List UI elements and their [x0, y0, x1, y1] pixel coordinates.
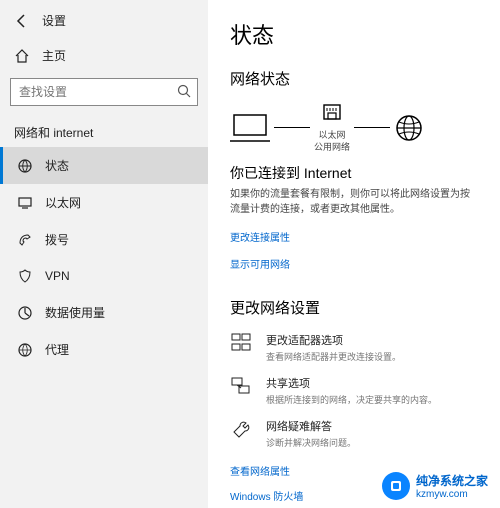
sidebar-section-title: 网络和 internet [0, 116, 208, 147]
watermark-url: kzmyw.com [416, 489, 488, 500]
option-title: 共享选项 [266, 375, 437, 391]
sidebar-item-label: 状态 [45, 157, 69, 174]
sidebar-item-label: 以太网 [45, 194, 81, 211]
connected-desc: 如果你的流量套餐有限制，则你可以将此网络设置为按流量计费的连接，或者更改其他属性… [230, 187, 478, 217]
ethernet-icon [17, 195, 33, 211]
proxy-icon [17, 342, 33, 358]
home-icon [14, 48, 30, 64]
sidebar-item-proxy[interactable]: 代理 [0, 331, 208, 368]
troubleshoot-icon [230, 418, 254, 449]
sharing-options-icon [230, 375, 254, 406]
option-title: 网络疑难解答 [266, 418, 356, 434]
sidebar-item-label: VPN [45, 269, 70, 283]
sidebar-item-ethernet[interactable]: 以太网 [0, 184, 208, 221]
option-desc: 诊断并解决网络问题。 [266, 436, 356, 449]
link-windows-firewall[interactable]: Windows 防火墙 [230, 488, 303, 503]
option-desc: 查看网络适配器并更改连接设置。 [266, 350, 401, 363]
sidebar-item-label: 拨号 [45, 231, 69, 248]
connected-heading: 你已连接到 Internet [230, 163, 478, 183]
pc-icon [230, 113, 270, 143]
page-title: 状态 [230, 18, 478, 50]
option-desc: 根据所连接到的网络，决定要共享的内容。 [266, 393, 437, 406]
sidebar-item-status[interactable]: 状态 [0, 147, 208, 184]
ethernet-device-icon [320, 103, 344, 129]
network-diagram: 以太网 公用网络 [230, 103, 478, 153]
sidebar-home-label: 主页 [42, 47, 66, 64]
link-show-available-networks[interactable]: 显示可用网络 [230, 256, 290, 271]
network-status-heading: 网络状态 [230, 68, 478, 89]
link-change-connection-props[interactable]: 更改连接属性 [230, 229, 290, 244]
sidebar-item-vpn[interactable]: VPN [0, 258, 208, 294]
option-sharing[interactable]: 共享选项 根据所连接到的网络，决定要共享的内容。 [230, 375, 478, 406]
ethernet-label: 以太网 [319, 131, 346, 141]
app-title: 设置 [42, 12, 66, 29]
option-title: 更改适配器选项 [266, 332, 401, 348]
watermark-badge-icon [382, 472, 410, 500]
link-view-network-props[interactable]: 查看网络属性 [230, 463, 290, 478]
back-icon[interactable] [14, 13, 30, 29]
dialup-icon [17, 232, 33, 248]
sidebar-item-data-usage[interactable]: 数据使用量 [0, 294, 208, 331]
globe-icon [394, 113, 424, 143]
search-input[interactable] [10, 78, 198, 106]
network-type-label: 公用网络 [314, 143, 350, 153]
search-icon [176, 83, 192, 99]
option-adapter[interactable]: 更改适配器选项 查看网络适配器并更改连接设置。 [230, 332, 478, 363]
data-usage-icon [17, 305, 33, 321]
vpn-icon [17, 268, 33, 284]
status-icon [17, 158, 33, 174]
option-troubleshoot[interactable]: 网络疑难解答 诊断并解决网络问题。 [230, 418, 478, 449]
sidebar-item-label: 数据使用量 [45, 304, 105, 321]
adapter-options-icon [230, 332, 254, 363]
sidebar-home[interactable]: 主页 [0, 39, 208, 72]
watermark: 纯净系统之家 kzmyw.com [376, 468, 494, 504]
sidebar-item-dialup[interactable]: 拨号 [0, 221, 208, 258]
sidebar-item-label: 代理 [45, 341, 69, 358]
watermark-text: 纯净系统之家 [416, 474, 488, 488]
change-settings-heading: 更改网络设置 [230, 297, 478, 318]
